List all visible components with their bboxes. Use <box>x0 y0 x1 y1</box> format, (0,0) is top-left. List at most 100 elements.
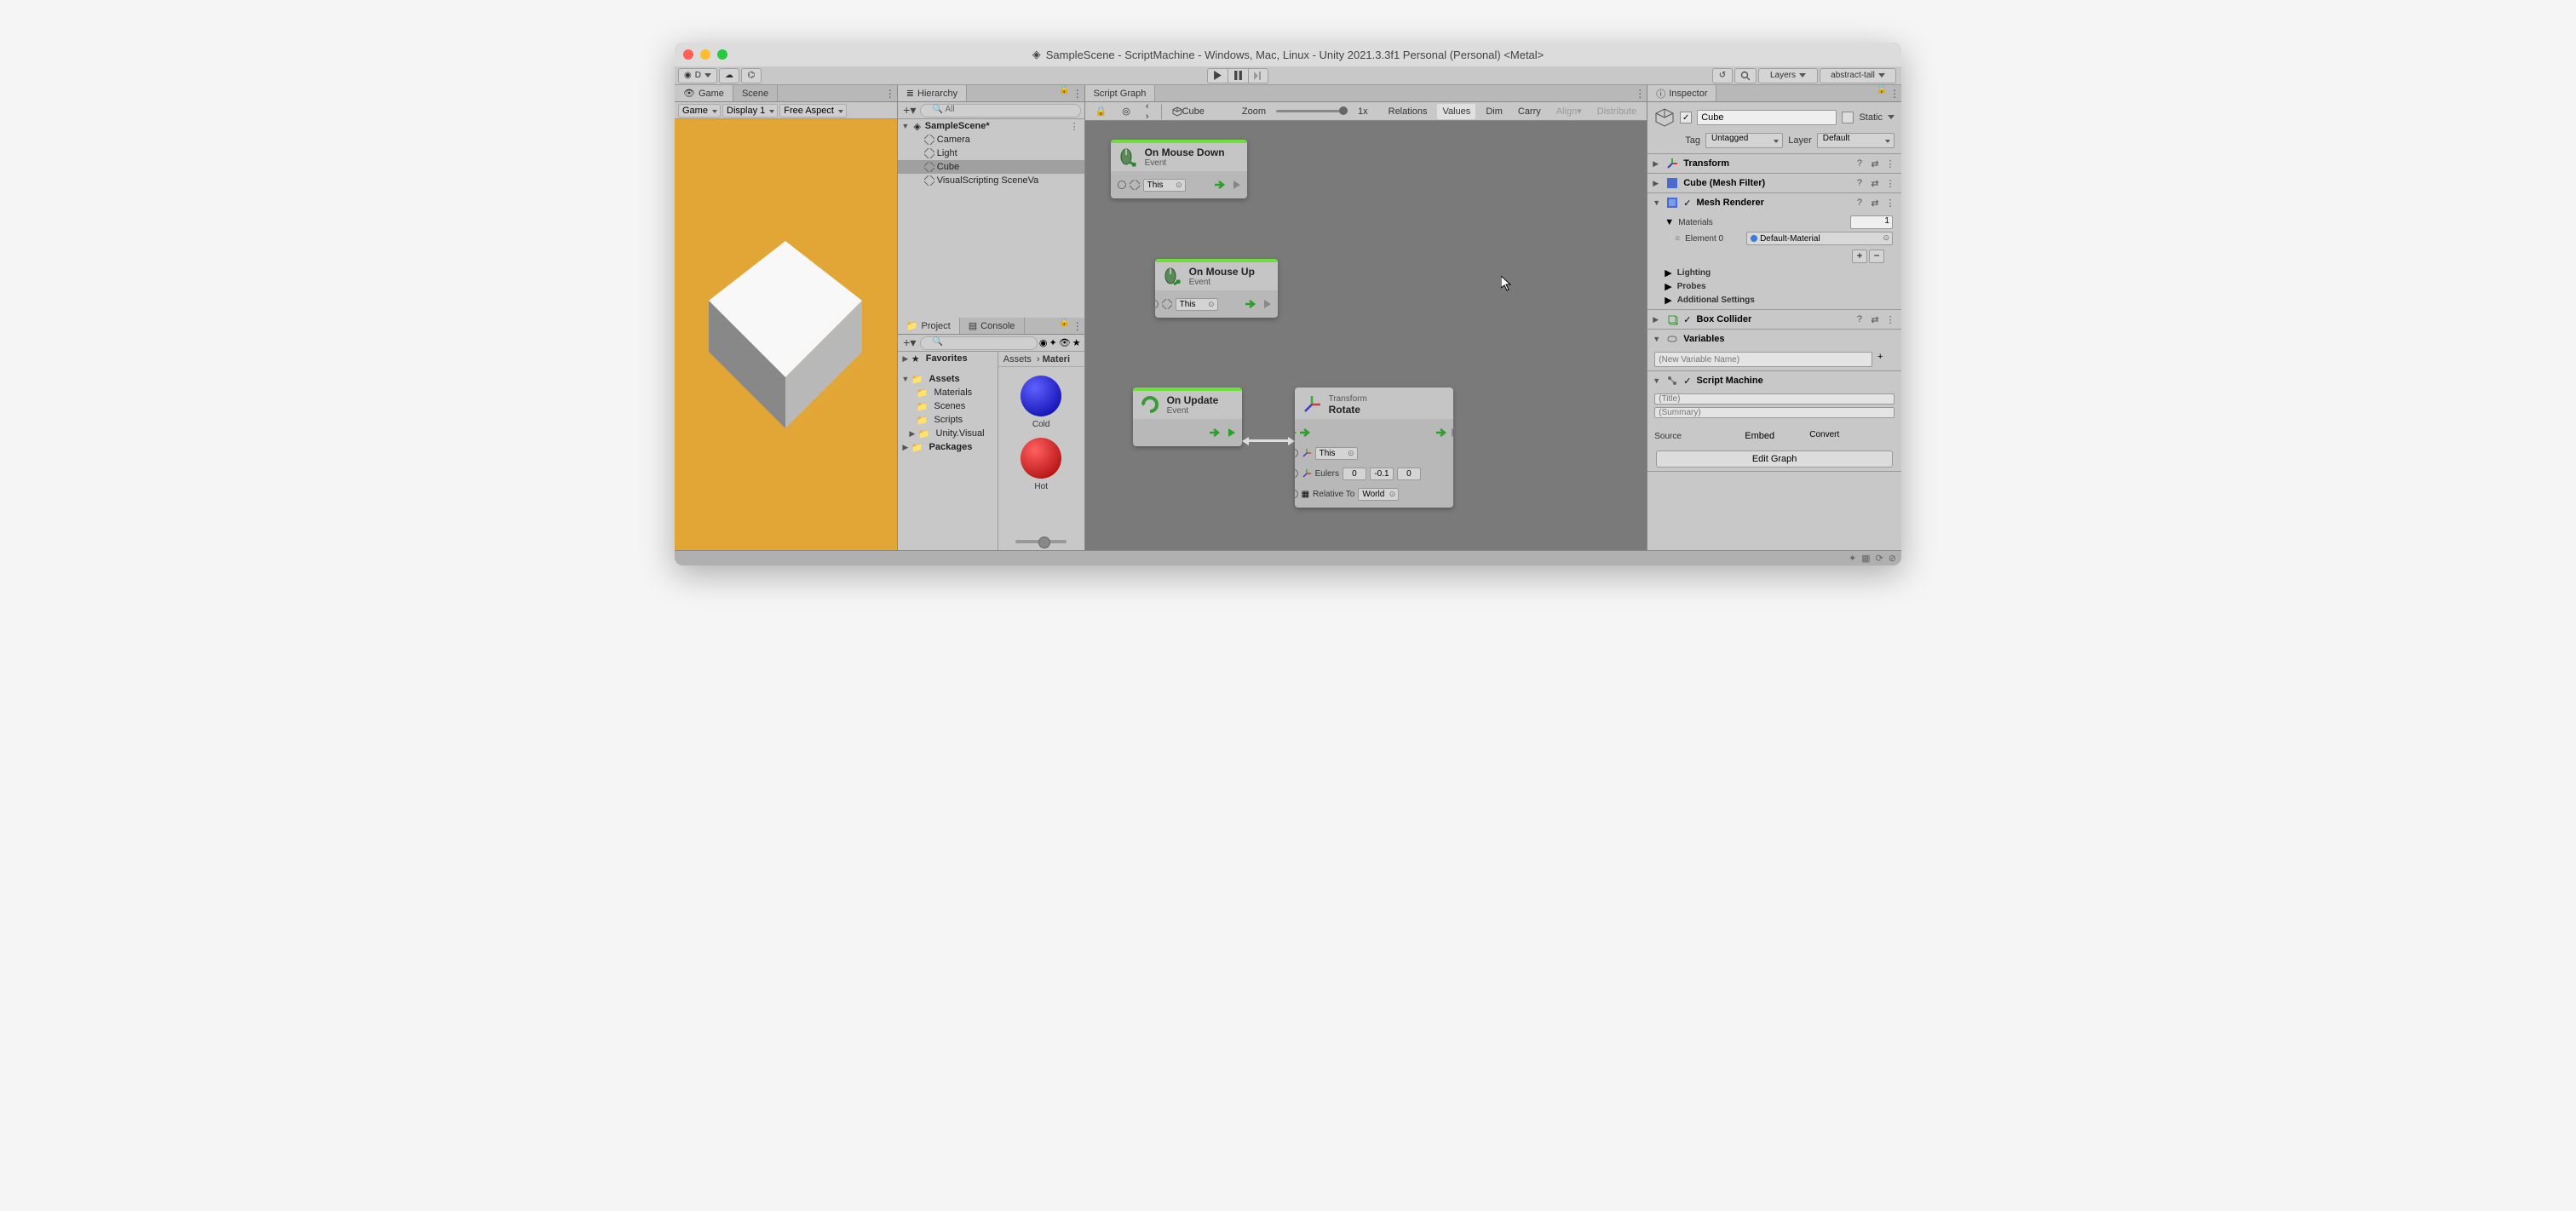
toolbar-values[interactable]: Values <box>1437 104 1475 119</box>
minimize-window[interactable] <box>700 49 710 60</box>
flow-input-port[interactable] <box>1295 428 1297 437</box>
braces-icon[interactable]: ‹ › <box>1141 104 1162 119</box>
close-window[interactable] <box>683 49 693 60</box>
inspector-body[interactable]: ✓ Static Tag Untagged Layer Default <box>1647 102 1901 550</box>
euler-x[interactable]: 0 <box>1343 468 1366 480</box>
flow-edge[interactable] <box>1247 439 1290 442</box>
active-checkbox[interactable]: ✓ <box>1680 112 1692 123</box>
status-icon[interactable]: ▦ <box>1861 553 1870 564</box>
menu-icon[interactable]: ⋮ <box>1884 198 1896 209</box>
target-field[interactable]: This <box>1143 179 1186 192</box>
game-canvas[interactable] <box>675 119 897 550</box>
tab-script-graph[interactable]: Script Graph <box>1085 85 1156 101</box>
tab-project[interactable]: 📁Project <box>898 318 960 334</box>
add-variable[interactable]: + <box>1877 352 1895 367</box>
enable-checkbox[interactable]: ✓ <box>1683 314 1691 325</box>
packages-row[interactable]: ▶📁 Packages <box>898 440 998 454</box>
tab-console[interactable]: ▤Console <box>960 318 1025 334</box>
toolbar-relations[interactable]: Relations <box>1383 104 1433 119</box>
context-object[interactable]: Cube <box>1167 104 1210 119</box>
folder-materials[interactable]: 📁 Materials <box>898 386 998 399</box>
cloud-button[interactable]: ☁ <box>719 68 739 83</box>
project-create[interactable]: +▾ <box>901 336 918 350</box>
hidden-icon[interactable]: 👁 <box>1059 337 1071 348</box>
menu-icon[interactable]: ⋮ <box>1884 178 1896 189</box>
toolbar-dim[interactable]: Dim <box>1481 104 1508 119</box>
node-on-mouse-up[interactable]: On Mouse Up Event This <box>1155 259 1278 318</box>
asset-hot[interactable]: Hot <box>1015 438 1067 491</box>
preset-icon[interactable]: ⇄ <box>1869 198 1881 209</box>
node-on-mouse-down[interactable]: On Mouse Down Event This <box>1111 140 1247 198</box>
services-button[interactable]: ⌬ <box>741 68 762 83</box>
new-variable-name[interactable] <box>1654 352 1872 367</box>
preset-icon[interactable]: ⇄ <box>1869 314 1881 325</box>
convert-button[interactable]: Convert <box>1809 428 1860 444</box>
flow-output-port[interactable] <box>1452 428 1453 437</box>
game-display-select[interactable]: Display 1 <box>722 104 778 118</box>
folder-unityvisual[interactable]: ▶📁 Unity.Visual <box>898 427 998 440</box>
input-port[interactable] <box>1155 300 1159 308</box>
hierarchy-item-light[interactable]: Light <box>898 146 1084 160</box>
materials-count[interactable]: 1 <box>1850 215 1893 229</box>
preset-icon[interactable]: ⇄ <box>1869 158 1881 169</box>
filter-icon[interactable]: ◉ <box>1039 337 1048 348</box>
tab-menu[interactable]: ⋮ <box>883 85 897 101</box>
preset-icon[interactable]: ⇄ <box>1869 178 1881 189</box>
static-checkbox[interactable] <box>1842 112 1854 123</box>
tab-inspector[interactable]: ⓘInspector <box>1647 85 1716 101</box>
tag-select[interactable]: Untagged <box>1705 133 1783 148</box>
foldout[interactable]: ▼ <box>1653 376 1661 385</box>
play-button[interactable] <box>1207 68 1228 83</box>
lock-icon[interactable]: 🔒 <box>1059 85 1071 101</box>
relative-port[interactable] <box>1295 490 1298 498</box>
menu-icon[interactable]: ⋮ <box>1884 314 1896 325</box>
probes-foldout[interactable]: ▶ <box>1665 281 1671 292</box>
hierarchy-item-camera[interactable]: Camera <box>898 133 1084 146</box>
toolbar-align[interactable]: Align▾ <box>1551 104 1587 119</box>
foldout[interactable]: ▶ <box>1653 315 1661 324</box>
game-aspect-select[interactable]: Free Aspect <box>779 104 847 118</box>
asset-cold[interactable]: Cold <box>1015 376 1067 429</box>
foldout[interactable]: ▶ <box>1653 159 1661 169</box>
flow-output-port[interactable] <box>1228 428 1235 437</box>
graph-title-field[interactable] <box>1654 393 1895 405</box>
project-tab-menu[interactable]: ⋮ <box>1071 318 1084 334</box>
remove-element[interactable]: − <box>1869 250 1884 263</box>
folder-scripts[interactable]: 📁 Scripts <box>898 413 998 427</box>
input-port[interactable] <box>1118 181 1126 189</box>
foldout[interactable]: ▼ <box>1653 335 1661 343</box>
gameobject-name-field[interactable] <box>1697 110 1837 125</box>
graph-home-icon[interactable]: ◎ <box>1117 104 1136 119</box>
target-field[interactable]: This <box>1315 447 1358 460</box>
lock-icon[interactable]: 🔒 <box>1876 85 1888 101</box>
graph-summary-field[interactable] <box>1654 407 1895 418</box>
flow-output-port[interactable] <box>1233 181 1240 189</box>
static-dropdown[interactable] <box>1888 115 1895 120</box>
hierarchy-item-vssv[interactable]: VisualScripting SceneVa <box>898 174 1084 187</box>
game-mode-select[interactable]: Game <box>678 104 721 118</box>
account-dropdown[interactable]: ◉D <box>678 68 717 83</box>
element0-field[interactable]: Default-Material <box>1746 232 1893 245</box>
asset-grid[interactable]: Cold Hot <box>998 367 1084 533</box>
lock-icon[interactable]: 🔒 <box>1059 318 1071 334</box>
project-tree[interactable]: ▶★ Favorites ▼📁 Assets 📁 Materials 📁 Sce… <box>898 352 998 550</box>
relative-field[interactable]: World <box>1358 488 1399 501</box>
hierarchy-tab-menu[interactable]: ⋮ <box>1071 85 1084 101</box>
zoom-slider[interactable] <box>1276 110 1348 112</box>
hierarchy-tree[interactable]: ▼ ◈ SampleScene* ⋮ Camera Light Cube <box>898 119 1084 318</box>
addsettings-foldout[interactable]: ▶ <box>1665 295 1671 306</box>
toolbar-distribute[interactable]: Distribute <box>1592 104 1642 119</box>
status-icon[interactable]: ⊘ <box>1889 553 1896 564</box>
scene-row[interactable]: ▼ ◈ SampleScene* ⋮ <box>898 119 1084 133</box>
grid-size-slider[interactable] <box>1015 540 1067 543</box>
inspector-tab-menu[interactable]: ⋮ <box>1888 85 1901 101</box>
folder-scenes[interactable]: 📁 Scenes <box>898 399 998 413</box>
status-icon[interactable]: ✦ <box>1849 553 1856 564</box>
menu-icon[interactable]: ⋮ <box>1884 158 1896 169</box>
euler-z[interactable]: 0 <box>1397 468 1421 480</box>
status-icon[interactable]: ⟳ <box>1876 553 1883 564</box>
help-icon[interactable]: ? <box>1854 314 1866 325</box>
enable-checkbox[interactable]: ✓ <box>1683 198 1691 209</box>
step-button[interactable] <box>1248 68 1268 83</box>
help-icon[interactable]: ? <box>1854 178 1866 189</box>
